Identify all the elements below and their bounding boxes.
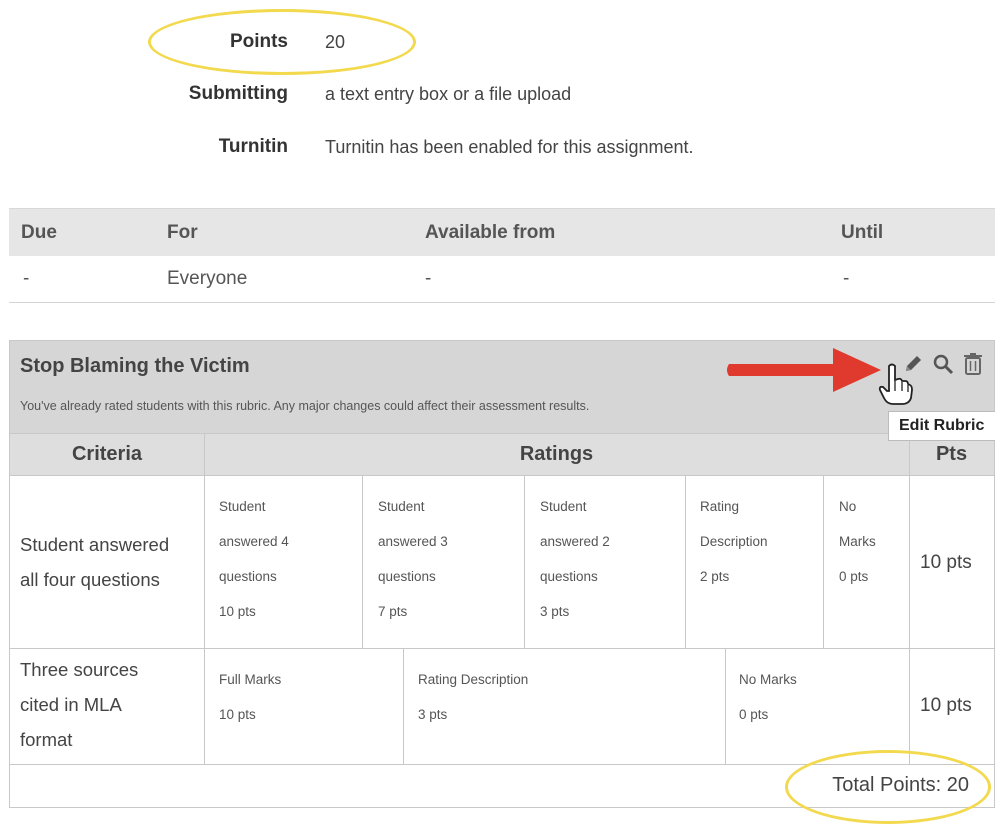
- rating-cell[interactable]: No Marks 0 pts: [839, 489, 876, 594]
- criterion-points: 10 pts: [920, 695, 972, 716]
- rating-points: 10 pts: [219, 707, 256, 722]
- rating-text: No Marks: [739, 672, 797, 687]
- criterion-line: Three sources: [20, 659, 139, 680]
- col-for: For: [167, 221, 198, 243]
- rating-text: Rating Description: [418, 672, 529, 687]
- trash-icon[interactable]: [962, 351, 984, 377]
- turnitin-label: Turnitin: [218, 136, 288, 157]
- edit-rubric-tooltip: Edit Rubric: [888, 411, 995, 441]
- grid-line: [10, 648, 994, 649]
- grid-line: [403, 648, 404, 764]
- total-points: Total Points: 20: [832, 774, 969, 796]
- rating-points: 7 pts: [378, 604, 408, 619]
- criterion-line: Student answered: [20, 534, 170, 555]
- rubric-grid-header: Criteria Ratings Pts: [10, 433, 994, 475]
- criterion-description: Three sources cited in MLA format: [20, 652, 138, 757]
- grid-line: [204, 433, 205, 765]
- rating-points: 3 pts: [418, 707, 448, 722]
- rating-cell[interactable]: Rating Description 2 pts: [700, 489, 768, 594]
- rating-text: Student: [219, 499, 266, 514]
- rating-text: Marks: [839, 534, 876, 549]
- rating-cell[interactable]: Student answered 3 questions 7 pts: [378, 489, 448, 629]
- rating-points: 10 pts: [219, 604, 256, 619]
- rating-text: No: [839, 499, 857, 514]
- submitting-label: Submitting: [188, 83, 288, 104]
- rating-cell[interactable]: Student answered 2 questions 3 pts: [540, 489, 610, 629]
- points-label: Points: [229, 31, 288, 52]
- due-table-header: Due For Available from Until: [9, 208, 995, 256]
- rubric-title: Stop Blaming the Victim: [20, 355, 250, 377]
- rating-points: 0 pts: [839, 569, 869, 584]
- points-row: Points 20: [0, 22, 345, 62]
- grid-line: [362, 475, 363, 648]
- rubric-warning: You've already rated students with this …: [20, 399, 590, 413]
- grid-line: [909, 433, 910, 765]
- submitting-row: Submitting a text entry box or a file up…: [0, 74, 571, 114]
- rating-cell[interactable]: Student answered 4 questions 10 pts: [219, 489, 289, 629]
- rating-text: questions: [540, 569, 598, 584]
- rating-text: Description: [700, 534, 768, 549]
- rating-text: questions: [378, 569, 436, 584]
- rating-text: Full Marks: [219, 672, 282, 687]
- rating-text: Student: [540, 499, 587, 514]
- grid-line: [685, 475, 686, 648]
- col-available-from: Available from: [425, 221, 556, 243]
- criterion-line: cited in MLA: [20, 694, 122, 715]
- rating-text: Student: [378, 499, 425, 514]
- cell-due: -: [23, 268, 30, 289]
- rubric-tools: [902, 351, 984, 377]
- rating-cell[interactable]: Full Marks 10 pts: [219, 662, 281, 732]
- annotation-arrow-icon: [727, 348, 881, 392]
- magnifier-icon[interactable]: [932, 351, 954, 377]
- rating-text: answered 2: [540, 534, 610, 549]
- ratings-header: Ratings: [519, 443, 594, 465]
- grid-line: [10, 764, 994, 765]
- col-until: Until: [841, 221, 884, 243]
- rating-text: Rating: [700, 499, 740, 514]
- rating-points: 3 pts: [540, 604, 570, 619]
- rating-cell[interactable]: No Marks 0 pts: [739, 662, 797, 732]
- grid-line: [725, 648, 726, 764]
- rating-points: 2 pts: [700, 569, 730, 584]
- rating-points: 0 pts: [739, 707, 769, 722]
- col-due: Due: [21, 221, 57, 243]
- points-value: 20: [325, 31, 346, 52]
- grid-line: [524, 475, 525, 648]
- grid-line: [10, 475, 994, 476]
- turnitin-row: Turnitin Turnitin has been enabled for t…: [0, 127, 694, 167]
- due-table-row: - Everyone - -: [9, 256, 995, 303]
- criterion-points: 10 pts: [920, 552, 972, 573]
- submitting-value: a text entry box or a file upload: [325, 83, 572, 104]
- rating-text: answered 3: [378, 534, 448, 549]
- cell-for: Everyone: [167, 268, 248, 289]
- rubric-panel: Stop Blaming the Victim You've already r…: [9, 340, 995, 808]
- rating-cell[interactable]: Rating Description 3 pts: [418, 662, 528, 732]
- turnitin-value: Turnitin has been enabled for this assig…: [325, 136, 694, 157]
- rating-text: answered 4: [219, 534, 289, 549]
- hand-cursor-icon: [878, 363, 913, 405]
- criterion-line: all four questions: [20, 569, 160, 590]
- criteria-header: Criteria: [71, 443, 143, 465]
- cell-available-from: -: [425, 268, 432, 289]
- criterion-description: Student answered all four questions: [20, 527, 169, 597]
- rating-text: questions: [219, 569, 277, 584]
- criterion-line: format: [20, 729, 73, 750]
- cell-until: -: [843, 268, 850, 289]
- grid-line: [823, 475, 824, 648]
